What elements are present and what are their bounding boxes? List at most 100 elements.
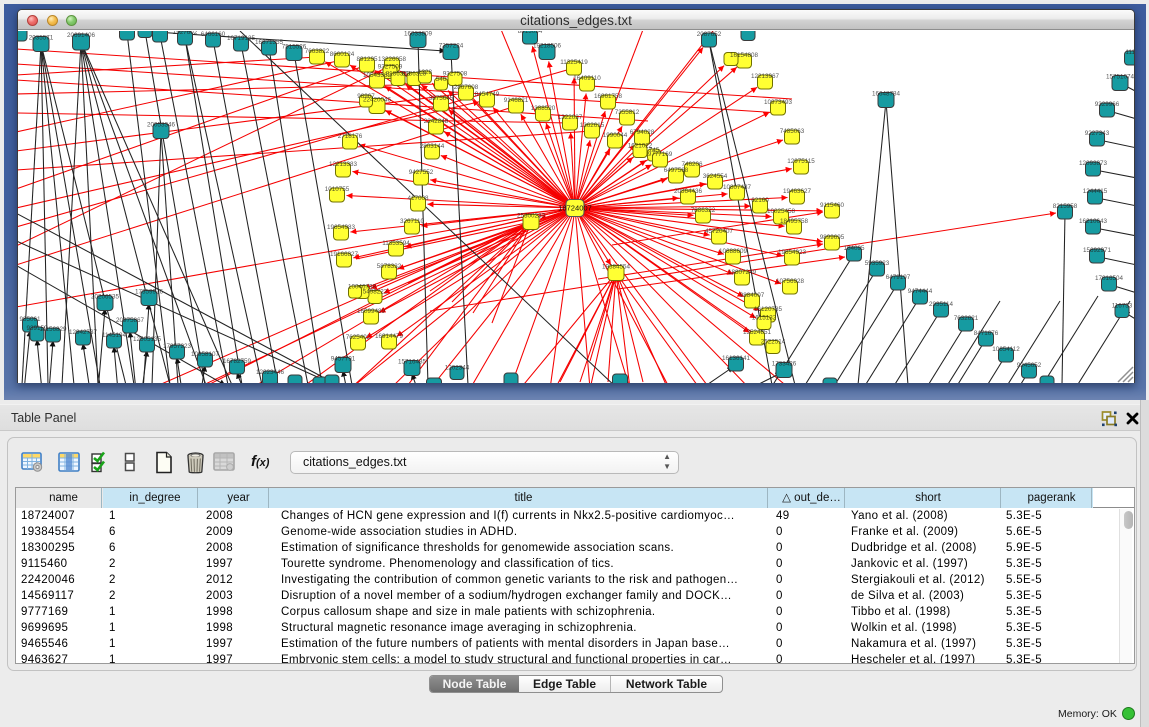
svg-text:7886322: 7886322 (691, 207, 716, 214)
svg-text:18807249: 18807249 (728, 269, 757, 276)
svg-text:9427552: 9427552 (409, 169, 434, 176)
svg-text:20206535: 20206535 (91, 294, 120, 301)
svg-text:16099489: 16099489 (357, 308, 386, 315)
svg-text:12023446: 12023446 (256, 369, 285, 376)
svg-text:10807487: 10807487 (723, 184, 752, 191)
svg-text:10973493: 10973493 (764, 99, 793, 106)
svg-text:7355812: 7355812 (615, 109, 640, 116)
svg-text:10654112: 10654112 (992, 346, 1020, 353)
svg-text:9329966: 9329966 (1095, 101, 1120, 108)
svg-text:1527602: 1527602 (173, 31, 198, 36)
svg-text:417008: 417008 (407, 195, 429, 202)
svg-text:7515526: 7515526 (282, 44, 307, 51)
svg-text:2035571: 2035571 (29, 35, 54, 42)
svg-text:1615132: 1615132 (752, 315, 777, 322)
svg-text:1007437: 1007437 (736, 31, 761, 33)
svg-text:9457791: 9457791 (331, 356, 356, 363)
svg-text:9884007: 9884007 (740, 292, 765, 299)
svg-text:18724007: 18724007 (558, 204, 592, 213)
svg-text:16409110: 16409110 (573, 75, 601, 82)
svg-text:13524851: 13524851 (743, 329, 772, 336)
svg-text:12213967: 12213967 (751, 73, 780, 80)
svg-text:12213383: 12213383 (329, 161, 358, 168)
svg-text:6794028: 6794028 (630, 129, 655, 136)
svg-text:9245652: 9245652 (1017, 362, 1042, 369)
svg-text:62160: 62160 (751, 197, 769, 204)
svg-text:1733426: 1733426 (772, 361, 797, 368)
svg-text:7485063: 7485063 (780, 128, 805, 135)
svg-text:8660124: 8660124 (330, 51, 355, 58)
svg-text:1117: 1117 (1125, 49, 1134, 56)
svg-text:98967: 98967 (357, 93, 375, 100)
svg-text:8813054: 8813054 (518, 31, 543, 35)
svg-text:10688609: 10688609 (719, 248, 748, 255)
svg-text:10719135: 10719135 (227, 35, 256, 42)
svg-text:3267110: 3267110 (400, 218, 425, 225)
svg-text:15751074: 15751074 (1106, 74, 1134, 81)
svg-text:1145194: 1145194 (102, 332, 127, 339)
svg-text:16671355: 16671355 (255, 39, 284, 46)
svg-text:1388520: 1388520 (531, 105, 556, 112)
svg-text:2522514: 2522514 (761, 339, 786, 346)
svg-text:12093873: 12093873 (1079, 160, 1108, 167)
svg-text:10958107: 10958107 (191, 351, 220, 358)
svg-text:7357224: 7357224 (439, 43, 464, 50)
svg-text:7625402: 7625402 (346, 334, 371, 341)
svg-text:20053346: 20053346 (147, 122, 176, 129)
svg-text:2718176: 2718176 (338, 133, 363, 140)
svg-text:16120785: 16120785 (754, 306, 783, 313)
svg-text:18495758: 18495758 (780, 218, 809, 225)
svg-text:17016504: 17016504 (1095, 275, 1124, 282)
svg-text:11353594: 11353594 (382, 240, 410, 247)
svg-text:13226058: 13226058 (378, 56, 407, 63)
svg-text:15692971: 15692971 (1083, 247, 1112, 254)
svg-text:16033809: 16033809 (404, 31, 433, 38)
svg-text:16210643: 16210643 (1079, 218, 1108, 225)
svg-text:10046798: 10046798 (348, 284, 377, 291)
svg-text:25300233: 25300233 (517, 213, 546, 220)
svg-text:9146821: 9146821 (504, 97, 529, 104)
svg-text:3624554: 3624554 (703, 173, 728, 180)
svg-text:2242848: 2242848 (424, 118, 449, 125)
svg-text:10653257: 10653257 (146, 31, 175, 33)
svg-text:1328: 1328 (418, 69, 433, 76)
svg-text:19218506: 19218506 (533, 43, 562, 50)
svg-text:891295: 891295 (356, 56, 378, 63)
svg-text:16914479: 16914479 (375, 333, 404, 340)
svg-text:11325419: 11325419 (560, 59, 588, 66)
svg-text:9115460: 9115460 (820, 202, 845, 209)
svg-text:9777169: 9777169 (648, 151, 673, 158)
svg-text:6466160: 6466160 (201, 31, 226, 38)
svg-text:16136141: 16136141 (722, 355, 751, 362)
svg-text:9327509: 9327509 (378, 64, 403, 71)
svg-text:116753: 116753 (1112, 303, 1133, 310)
svg-text:17957223: 17957223 (163, 343, 192, 350)
svg-text:1244415: 1244415 (1083, 188, 1108, 195)
svg-text:8454749: 8454749 (475, 91, 500, 98)
svg-text:2867608: 2867608 (454, 84, 479, 91)
svg-text:2087652: 2087652 (697, 31, 722, 38)
svg-text:7632621: 7632621 (954, 315, 979, 322)
svg-text:15716485: 15716485 (398, 359, 427, 366)
svg-text:9899695: 9899695 (820, 234, 845, 241)
svg-text:5878332: 5878332 (377, 263, 402, 270)
svg-text:10756928: 10756928 (776, 278, 805, 285)
svg-text:7663822: 7663822 (305, 48, 330, 55)
svg-text:1362615: 1362615 (580, 122, 605, 129)
svg-text:19384554: 19384554 (602, 264, 631, 271)
svg-text:12975115: 12975115 (787, 158, 815, 165)
svg-text:16154808: 16154808 (730, 52, 759, 59)
svg-text:20364436: 20364436 (674, 188, 703, 195)
svg-text:17359926: 17359926 (135, 289, 164, 296)
svg-text:5935923: 5935923 (865, 260, 890, 267)
svg-text:12505135: 12505135 (133, 336, 162, 343)
svg-text:9327508: 9327508 (443, 71, 468, 78)
svg-text:19463627: 19463627 (783, 188, 812, 195)
svg-text:45720407: 45720407 (705, 228, 734, 235)
svg-text:10543362: 10543362 (363, 72, 392, 79)
svg-text:2935114: 2935114 (929, 301, 954, 308)
svg-text:20691406: 20691406 (67, 32, 96, 39)
svg-text:3875645: 3875645 (429, 95, 454, 102)
svg-text:12942737: 12942737 (69, 329, 98, 336)
svg-text:6497568: 6497568 (664, 167, 689, 174)
